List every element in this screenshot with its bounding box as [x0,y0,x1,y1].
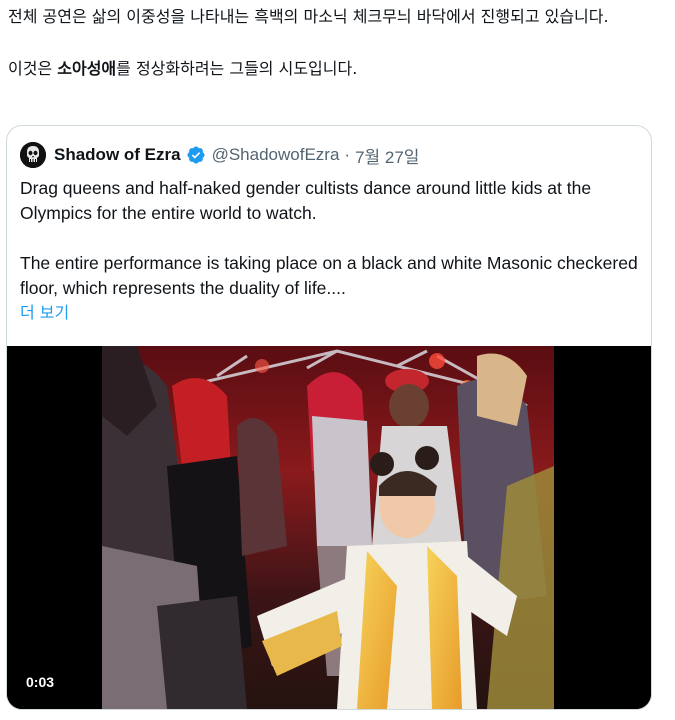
post-date[interactable]: 7월 27일 [355,143,419,168]
author-name[interactable]: Shadow of Ezra [54,145,181,165]
tweet-text-bold: 소아성애 [57,59,117,78]
quoted-tweet-body: Drag queens and half-naked gender cultis… [20,176,640,301]
author-handle[interactable]: @ShadowofEzra [212,145,340,165]
verified-badge-icon [186,145,206,165]
show-more-link[interactable]: 더 보기 [20,299,69,323]
tweet-paragraph-2: 이것은 소아성애를 정상화하려는 그들의 시도입니다. [8,56,658,82]
avatar[interactable] [20,142,46,168]
quoted-paragraph-1: Drag queens and half-naked gender cultis… [20,178,592,223]
separator-dot: · [344,145,351,164]
quoted-tweet-card[interactable]: Shadow of Ezra @ShadowofEzra · 7월 27일 Dr… [6,125,652,710]
quoted-tweet-header: Shadow of Ezra @ShadowofEzra · 7월 27일 [20,141,419,169]
tweet-paragraph-1: 전체 공연은 삶의 이중성을 나타내는 흑백의 마소닉 체크무늬 바닥에서 진행… [8,7,609,26]
quoted-paragraph-2: The entire performance is taking place o… [20,253,638,298]
video-frame-image [7,346,651,709]
tweet-text-suffix: 를 정상화하려는 그들의 시도입니다. [116,59,358,78]
skull-icon [20,142,46,168]
tweet-text-prefix: 이것은 [8,59,58,78]
video-timestamp: 0:03 [20,672,61,692]
video-player[interactable]: 0:03 [7,346,651,709]
tweet-text: 전체 공연은 삶의 이중성을 나타내는 흑백의 마소닉 체크무늬 바닥에서 진행… [8,4,658,82]
